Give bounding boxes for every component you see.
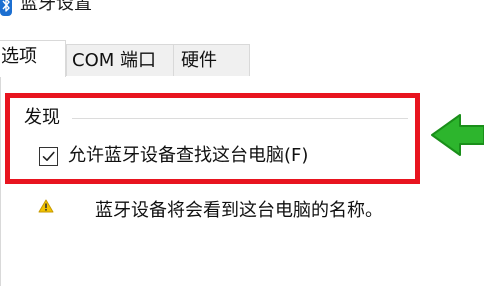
warning-message: 蓝牙设备将会看到这台电脑的名称。: [95, 200, 383, 221]
options-panel: [0, 76, 484, 286]
allow-discovery-label[interactable]: 允许蓝牙设备查找这台电脑(F): [68, 142, 308, 170]
tab-options[interactable]: 选项: [0, 40, 66, 77]
window-title: 蓝牙设置: [20, 0, 92, 14]
discovery-group-label: 发现: [24, 107, 60, 128]
title-bar: 蓝牙设置: [0, 0, 484, 26]
group-box-border: [72, 118, 408, 119]
checkmark-icon: [42, 151, 55, 161]
tab-com-ports[interactable]: COM 端口: [66, 44, 174, 76]
panel-border: [0, 77, 1, 286]
tab-hardware[interactable]: 硬件: [173, 44, 250, 76]
warning-icon: [38, 199, 54, 213]
pointer-arrow-icon: [431, 114, 484, 156]
allow-discovery-checkbox[interactable]: [39, 147, 58, 166]
bluetooth-icon: [0, 0, 12, 16]
